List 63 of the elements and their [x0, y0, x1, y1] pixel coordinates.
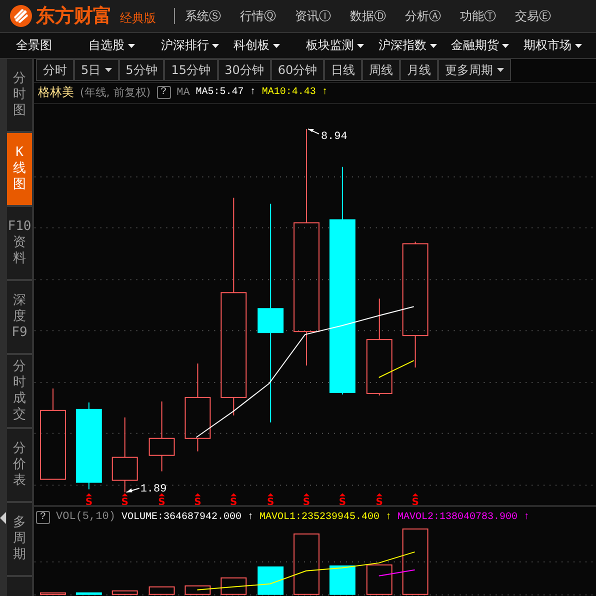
- indicator-value: MAVOL1:235239945.400: [259, 512, 380, 523]
- period-button[interactable]: 5日: [74, 59, 119, 81]
- mavol2-line: [378, 570, 416, 577]
- menu-item[interactable]: 数据Ⓓ: [350, 8, 386, 24]
- indicator-name: VOL(5,10): [56, 511, 116, 524]
- period-button[interactable]: 60分钟: [270, 59, 324, 81]
- help-button[interactable]: ?: [156, 86, 171, 100]
- chart-mode: (年线, 前复权): [80, 85, 151, 100]
- nav-item[interactable]: 沪深排行: [161, 37, 234, 54]
- nav-item[interactable]: 沪深指数: [378, 37, 451, 54]
- volume-bar: [76, 592, 102, 596]
- period-button[interactable]: 日线: [324, 59, 362, 81]
- period-button[interactable]: 5分钟: [118, 59, 164, 81]
- volume-bar: [220, 578, 247, 596]
- volume-bar: [366, 564, 392, 596]
- stock-name: 格林美: [38, 84, 74, 102]
- menu-item[interactable]: 分析Ⓐ: [405, 8, 441, 24]
- volume-bar: [112, 590, 138, 596]
- menu-item[interactable]: 功能Ⓣ: [460, 8, 496, 24]
- indicator-value: MAVOL2:138040783.900: [398, 512, 518, 523]
- menu-item[interactable]: 资讯Ⓘ: [295, 8, 331, 24]
- nav-item[interactable]: 板块监测: [306, 37, 378, 54]
- ma10-line: [378, 360, 414, 378]
- volume-bar: [402, 528, 428, 596]
- nav-item[interactable]: 科创板: [234, 37, 306, 54]
- volume-bar: [40, 592, 66, 596]
- indicator-value: MA5:5.47: [196, 87, 244, 98]
- edition-label: 经典版: [120, 10, 156, 26]
- trend-arrow: ↑: [386, 512, 392, 523]
- leader-line: [126, 488, 140, 493]
- trend-arrow: ↑: [247, 512, 254, 523]
- high-price-label: 8.94: [321, 130, 348, 143]
- menu-item[interactable]: 系统Ⓢ: [185, 8, 221, 24]
- indicator-value: VOLUME:364687942.000: [121, 512, 242, 523]
- brand-name: 东方财富: [36, 4, 112, 29]
- period-button[interactable]: 月线: [400, 59, 438, 81]
- nav-item[interactable]: 全景图: [16, 37, 88, 54]
- nav-item[interactable]: 期权市场: [524, 37, 596, 54]
- trend-arrow: ↑: [524, 512, 530, 523]
- volume-bar: [294, 534, 320, 596]
- period-button[interactable]: 周线: [362, 59, 400, 81]
- nav-item[interactable]: 自选股: [88, 37, 161, 54]
- period-button[interactable]: 30分钟: [218, 59, 271, 81]
- period-button[interactable]: 更多周期: [438, 59, 512, 81]
- logo-icon: [10, 5, 32, 27]
- period-button[interactable]: 分时: [36, 59, 74, 81]
- menu-item[interactable]: 行情Ⓠ: [240, 8, 276, 24]
- volume-bar: [148, 586, 175, 596]
- indicator-name: MA: [176, 86, 190, 99]
- leader-line: [308, 128, 320, 134]
- nav-item[interactable]: 金融期货: [451, 37, 524, 54]
- trend-arrow: ↑: [322, 87, 328, 98]
- help-button[interactable]: ?: [36, 510, 50, 524]
- volume-bar: [329, 566, 356, 596]
- low-price-label: 1.89: [140, 483, 167, 496]
- candle: [148, 400, 175, 472]
- trend-arrow: ↑: [250, 87, 256, 98]
- side-tab[interactable]: K 线 图: [7, 133, 32, 207]
- volume-bar: [258, 566, 284, 596]
- menu-item[interactable]: 交易Ⓔ: [515, 8, 551, 24]
- period-button[interactable]: 15分钟: [164, 59, 218, 81]
- volume-bar: [184, 586, 211, 596]
- indicator-value: MA10:4.43: [262, 87, 316, 98]
